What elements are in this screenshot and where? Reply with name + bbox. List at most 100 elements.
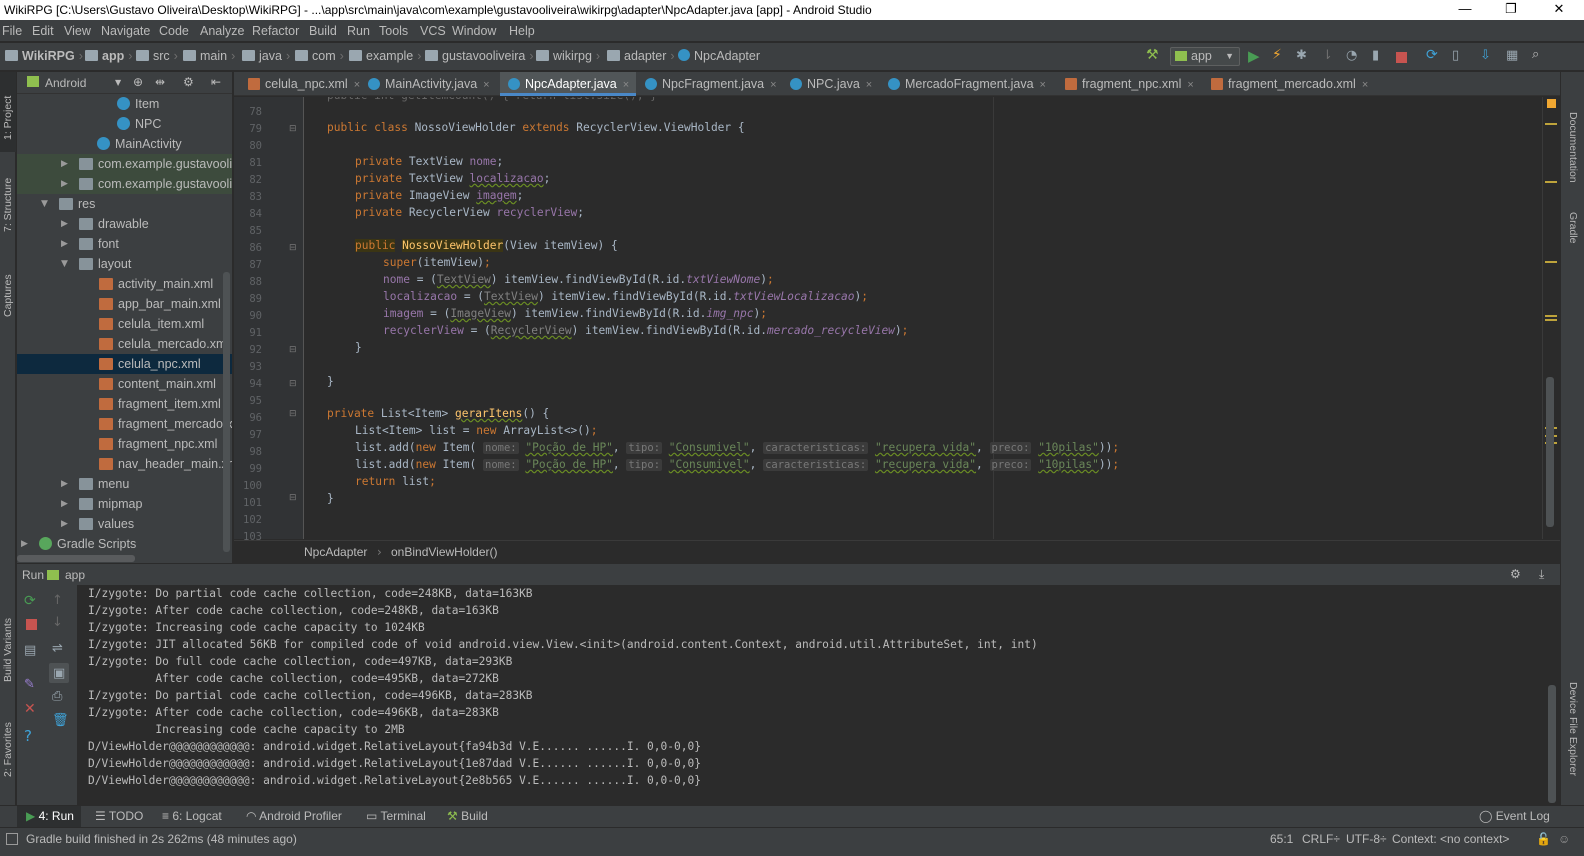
tab-npc-java[interactable]: NPC.java ×	[782, 72, 879, 96]
crumb-example[interactable]: example ›	[349, 49, 421, 63]
tree-item-xml[interactable]: activity_main.xml	[99, 274, 213, 294]
tree-item-menu[interactable]: menu	[79, 474, 129, 494]
chevron-down-icon[interactable]: ▼	[115, 78, 121, 87]
tree-item-package[interactable]: com.example.gustavooliv	[79, 154, 232, 174]
device-file-explorer-button[interactable]: Device File Explorer	[1567, 682, 1579, 776]
apply-changes-icon[interactable]: ⚡	[1272, 47, 1288, 63]
tree-item-xml[interactable]: fragment_mercado.xm	[99, 414, 232, 434]
tree-item-npc[interactable]: NPC	[117, 114, 161, 134]
crumb-src[interactable]: src ›	[136, 49, 178, 63]
fold-icon[interactable]: ⊟	[289, 493, 297, 503]
crumb-app[interactable]: app ›	[85, 49, 132, 63]
tab-celula-npc-xml[interactable]: celula_npc.xml ×	[234, 72, 360, 96]
lock-icon[interactable]: 🔓	[1536, 832, 1551, 846]
expand-arrow-icon[interactable]: ▶	[61, 519, 68, 529]
tree-item-xml-selected[interactable]: celula_npc.xml	[99, 354, 201, 374]
tab-fragment-npc-xml[interactable]: fragment_npc.xml ×	[1051, 72, 1196, 96]
file-encoding[interactable]: UTF-8÷	[1346, 832, 1387, 846]
favorites-tool-button[interactable]: 2: Favorites	[2, 722, 14, 777]
project-structure-icon[interactable]: ▦	[1506, 48, 1522, 64]
tree-item-mainactivity[interactable]: MainActivity	[97, 134, 182, 154]
console-output[interactable]: I/zygote: Do partial code cache collecti…	[78, 585, 1560, 805]
rerun-icon[interactable]: ⟳	[24, 593, 38, 609]
run-icon[interactable]: ▶	[1248, 47, 1264, 65]
fold-icon[interactable]: ⊟	[289, 243, 297, 253]
gradle-tool-button[interactable]: Gradle	[1567, 212, 1579, 244]
menu-edit[interactable]: Edit	[32, 24, 54, 38]
tree-item-mipmap[interactable]: mipmap	[79, 494, 142, 514]
clear-all-icon[interactable]: 🗑	[52, 713, 69, 728]
collapse-icon[interactable]: ⇹	[155, 75, 165, 89]
run-config-select[interactable]: app ▼	[1170, 47, 1240, 66]
pin-tab-icon[interactable]: ✎	[24, 677, 38, 692]
warning-mark[interactable]	[1545, 319, 1557, 321]
profiler-tool-button[interactable]: ◠ Android Profiler	[246, 809, 342, 823]
terminal-tool-button[interactable]: ▭ Terminal	[366, 809, 426, 823]
hide-panel-icon[interactable]: ⇤	[211, 75, 221, 89]
run-tool-button[interactable]: ▶ 4: Run	[26, 809, 74, 823]
close-tab-icon[interactable]: ×	[483, 79, 489, 91]
line-separator[interactable]: CRLF÷	[1302, 832, 1340, 846]
crumb-adapter[interactable]: adapter ›	[607, 49, 675, 63]
attach-debugger-icon[interactable]: ⇂	[1322, 48, 1338, 64]
tab-fragment-mercado-xml[interactable]: fragment_mercado.xml ×	[1197, 72, 1368, 96]
crumb-com[interactable]: com ›	[295, 49, 344, 63]
arrow-up-icon[interactable]: ↑	[52, 593, 66, 608]
soft-wrap-icon[interactable]: ⇌	[52, 641, 66, 656]
expand-arrow-icon[interactable]: ▶	[61, 239, 68, 249]
collapse-arrow-icon[interactable]: ▼	[61, 259, 68, 269]
arrow-down-icon[interactable]: ↓	[52, 615, 66, 630]
minimize-button[interactable]: —	[1442, 0, 1488, 20]
crumb-wikirpg[interactable]: wikirpg ›	[536, 49, 600, 63]
project-tool-button[interactable]: 1: Project	[2, 96, 14, 140]
close-tab-icon[interactable]: ×	[1362, 79, 1368, 91]
editor-scroll-thumb[interactable]	[1546, 377, 1554, 527]
close-window-button[interactable]: ✕	[1536, 0, 1582, 20]
crumb-method[interactable]: onBindViewHolder()	[391, 545, 498, 559]
tree-item-xml[interactable]: celula_mercado.xml	[99, 334, 229, 354]
todo-tool-button[interactable]: ☰ TODO	[95, 809, 143, 823]
crumb-class[interactable]: NpcAdapter	[304, 545, 367, 559]
menu-tools[interactable]: Tools	[379, 24, 408, 38]
vertical-scrollbar[interactable]	[223, 272, 230, 552]
coverage-icon[interactable]: ▮	[1372, 48, 1388, 64]
code-editor[interactable]: public int getItemCount() { return list.…	[305, 97, 1542, 539]
expand-arrow-icon[interactable]: ▶	[61, 479, 68, 489]
menu-navigate[interactable]: Navigate	[101, 24, 150, 38]
toggle-tool-windows-icon[interactable]	[6, 833, 18, 845]
stop-icon[interactable]	[26, 619, 37, 630]
fold-icon[interactable]: ⊟	[289, 345, 297, 355]
menu-file[interactable]: File	[2, 24, 22, 38]
horizontal-scrollbar[interactable]	[17, 555, 135, 562]
print-icon[interactable]: ⎙	[52, 689, 66, 704]
project-view-select[interactable]: Android	[45, 76, 86, 90]
menu-analyze[interactable]: Analyze	[200, 24, 244, 38]
tree-item-gradle-scripts[interactable]: Gradle Scripts	[39, 534, 136, 554]
sdk-manager-icon[interactable]: ⇩	[1480, 48, 1496, 64]
menu-window[interactable]: Window	[452, 24, 496, 38]
captures-tool-button[interactable]: Captures	[2, 274, 14, 317]
expand-arrow-icon[interactable]: ▶	[61, 179, 68, 189]
close-tab-icon[interactable]: ×	[866, 79, 872, 91]
fold-icon[interactable]: ⊟	[289, 409, 297, 419]
menu-refactor[interactable]: Refactor	[252, 24, 299, 38]
make-project-icon[interactable]: ⚒	[1146, 47, 1162, 63]
settings-gear-icon[interactable]: ⚙	[183, 75, 194, 89]
crumb-gustavooliveira[interactable]: gustavooliveira ›	[425, 49, 534, 63]
hide-panel-icon[interactable]: ⤓	[1539, 567, 1544, 582]
settings-gear-icon[interactable]: ⚙	[1510, 567, 1521, 581]
expand-arrow-icon[interactable]: ▶	[61, 499, 68, 509]
menu-vcs[interactable]: VCS	[420, 24, 446, 38]
crumb-main[interactable]: main ›	[183, 49, 235, 63]
tree-item-layout[interactable]: layout	[79, 254, 131, 274]
close-tab-icon[interactable]: ×	[623, 79, 629, 91]
tree-item-res[interactable]: res	[59, 194, 95, 214]
structure-tool-button[interactable]: 7: Structure	[2, 178, 14, 232]
editor-error-stripe[interactable]	[1542, 97, 1560, 539]
run-config-tab[interactable]: app	[65, 568, 85, 582]
build-tool-button[interactable]: ⚒ Build	[447, 809, 488, 823]
event-log-button[interactable]: ◯ Event Log	[1479, 809, 1550, 823]
stop-icon[interactable]	[1396, 52, 1407, 63]
menu-run[interactable]: Run	[347, 24, 370, 38]
expand-arrow-icon[interactable]: ▶	[61, 159, 68, 169]
